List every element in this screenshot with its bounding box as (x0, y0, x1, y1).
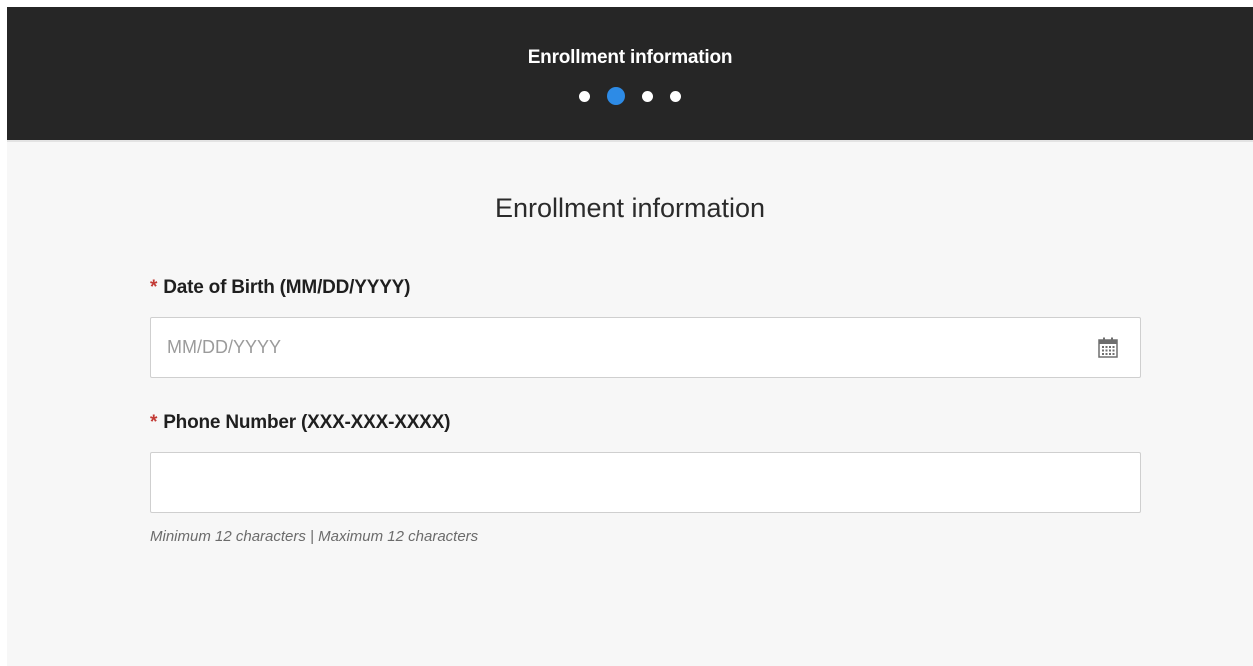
required-marker: * (150, 412, 158, 433)
step-dot-2-active[interactable] (607, 87, 625, 105)
phone-input[interactable] (151, 453, 1140, 512)
phone-label-text: Phone Number (XXX-XXX-XXXX) (163, 412, 451, 433)
required-marker: * (150, 277, 158, 298)
header-title: Enrollment information (527, 47, 733, 68)
phone-helper-text: Minimum 12 characters | Maximum 12 chara… (150, 528, 479, 545)
dob-label-text: Date of Birth (MM/DD/YYYY) (163, 277, 411, 298)
calendar-icon[interactable] (1096, 336, 1120, 360)
dob-label: * Date of Birth (MM/DD/YYYY) (150, 277, 410, 299)
step-dot-4[interactable] (670, 90, 681, 102)
enrollment-page: Enrollment information Enrollment inform… (7, 7, 1253, 666)
page-header: Enrollment information (7, 7, 1253, 142)
step-indicator (7, 87, 1253, 105)
dob-input[interactable] (151, 318, 1140, 377)
phone-field (150, 452, 1141, 513)
step-dot-3[interactable] (642, 90, 653, 102)
phone-label: * Phone Number (XXX-XXX-XXXX) (150, 412, 450, 434)
step-dot-1[interactable] (579, 90, 590, 102)
dob-field (150, 317, 1141, 378)
form-title: Enrollment information (494, 193, 766, 223)
